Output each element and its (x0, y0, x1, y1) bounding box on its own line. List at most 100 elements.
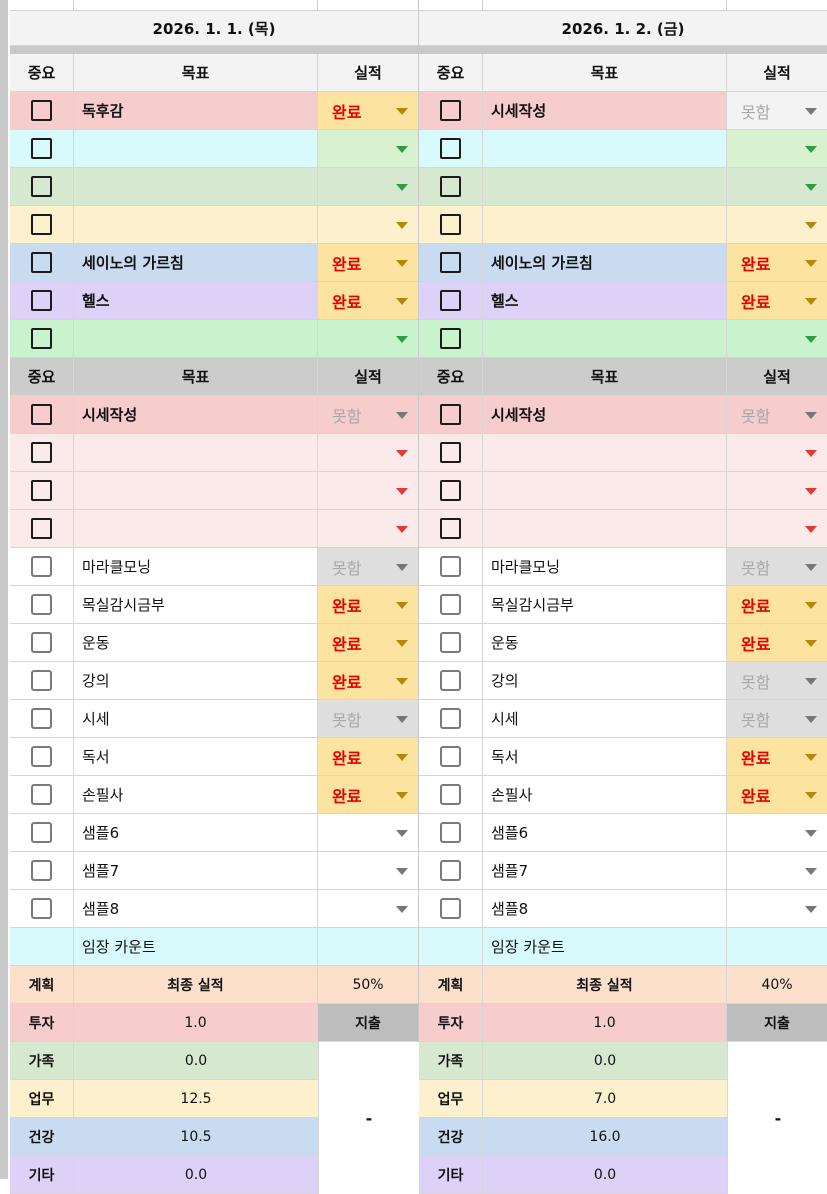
result-dropdown[interactable] (318, 168, 418, 205)
result-dropdown[interactable]: 완료 (318, 662, 418, 699)
goal-cell[interactable]: 시세작성 (74, 396, 318, 433)
result-dropdown[interactable] (318, 814, 418, 851)
result-dropdown[interactable] (318, 320, 418, 357)
checkbox-icon[interactable] (31, 328, 52, 349)
checkbox-icon[interactable] (31, 214, 52, 235)
result-dropdown[interactable] (727, 320, 827, 357)
checkbox-icon[interactable] (31, 594, 52, 615)
result-dropdown[interactable]: 완료 (318, 776, 418, 813)
goal-cell[interactable]: 독후감 (74, 92, 318, 129)
result-dropdown[interactable]: 완료 (318, 244, 418, 281)
checkbox-icon[interactable] (440, 556, 461, 577)
checkbox-icon[interactable] (31, 632, 52, 653)
checkbox-icon[interactable] (440, 290, 461, 311)
goal-cell[interactable] (74, 206, 318, 243)
checkbox-icon[interactable] (440, 442, 461, 463)
goal-cell[interactable] (483, 434, 727, 471)
result-dropdown[interactable] (318, 472, 418, 509)
checkbox-icon[interactable] (31, 556, 52, 577)
goal-cell[interactable]: 시세작성 (483, 396, 727, 433)
result-dropdown[interactable]: 완료 (727, 282, 827, 319)
result-dropdown[interactable] (727, 852, 827, 889)
result-dropdown[interactable] (727, 434, 827, 471)
result-dropdown[interactable] (727, 814, 827, 851)
result-dropdown[interactable]: 못함 (727, 700, 827, 737)
checkbox-icon[interactable] (440, 860, 461, 881)
result-dropdown[interactable] (318, 510, 418, 547)
checkbox-icon[interactable] (440, 708, 461, 729)
result-dropdown[interactable]: 못함 (318, 396, 418, 433)
checkbox-icon[interactable] (31, 746, 52, 767)
goal-cell[interactable]: 시세 (483, 700, 727, 737)
goal-cell[interactable] (483, 206, 727, 243)
checkbox-icon[interactable] (440, 176, 461, 197)
goal-cell[interactable]: 손필사 (74, 776, 318, 813)
checkbox-icon[interactable] (31, 822, 52, 843)
checkbox-icon[interactable] (440, 404, 461, 425)
checkbox-icon[interactable] (31, 518, 52, 539)
result-dropdown[interactable]: 완료 (727, 776, 827, 813)
goal-cell[interactable]: 목실감시금부 (483, 586, 727, 623)
goal-cell[interactable]: 세이노의 가르침 (74, 244, 318, 281)
goal-cell[interactable]: 마라클모닝 (483, 548, 727, 585)
result-dropdown[interactable]: 완료 (318, 738, 418, 775)
checkbox-icon[interactable] (440, 328, 461, 349)
result-dropdown[interactable] (318, 130, 418, 167)
goal-cell[interactable] (74, 320, 318, 357)
checkbox-icon[interactable] (440, 746, 461, 767)
checkbox-icon[interactable] (31, 708, 52, 729)
result-dropdown[interactable]: 완료 (727, 586, 827, 623)
goal-cell[interactable]: 운동 (483, 624, 727, 661)
goal-cell[interactable]: 운동 (74, 624, 318, 661)
checkbox-icon[interactable] (440, 898, 461, 919)
goal-cell[interactable]: 독서 (483, 738, 727, 775)
result-dropdown[interactable] (727, 890, 827, 927)
checkbox-icon[interactable] (31, 442, 52, 463)
result-dropdown[interactable]: 완료 (727, 738, 827, 775)
checkbox-icon[interactable] (440, 252, 461, 273)
checkbox-icon[interactable] (440, 214, 461, 235)
goal-cell[interactable]: 강의 (483, 662, 727, 699)
goal-cell[interactable] (74, 130, 318, 167)
result-dropdown[interactable]: 못함 (727, 92, 827, 129)
result-dropdown[interactable]: 완료 (318, 282, 418, 319)
goal-cell[interactable] (483, 320, 727, 357)
goal-cell[interactable]: 독서 (74, 738, 318, 775)
goal-cell[interactable]: 샘플8 (483, 890, 727, 927)
checkbox-icon[interactable] (440, 632, 461, 653)
result-dropdown[interactable]: 완료 (318, 586, 418, 623)
checkbox-icon[interactable] (31, 860, 52, 881)
goal-cell[interactable]: 헬스 (483, 282, 727, 319)
result-dropdown[interactable] (318, 852, 418, 889)
result-dropdown[interactable]: 완료 (318, 624, 418, 661)
goal-cell[interactable]: 강의 (74, 662, 318, 699)
result-dropdown[interactable] (318, 890, 418, 927)
count-value-cell[interactable] (727, 928, 827, 965)
goal-cell[interactable]: 세이노의 가르침 (483, 244, 727, 281)
goal-cell[interactable]: 시세 (74, 700, 318, 737)
goal-cell[interactable]: 샘플8 (74, 890, 318, 927)
result-dropdown[interactable] (318, 206, 418, 243)
checkbox-icon[interactable] (31, 290, 52, 311)
result-dropdown[interactable] (727, 130, 827, 167)
checkbox-icon[interactable] (31, 176, 52, 197)
checkbox-icon[interactable] (440, 100, 461, 121)
result-dropdown[interactable] (727, 510, 827, 547)
result-dropdown[interactable]: 못함 (318, 548, 418, 585)
goal-cell[interactable]: 샘플6 (74, 814, 318, 851)
result-dropdown[interactable]: 완료 (727, 244, 827, 281)
goal-cell[interactable] (74, 510, 318, 547)
checkbox-icon[interactable] (440, 518, 461, 539)
checkbox-icon[interactable] (440, 480, 461, 501)
goal-cell[interactable]: 헬스 (74, 282, 318, 319)
checkbox-icon[interactable] (31, 404, 52, 425)
checkbox-icon[interactable] (440, 138, 461, 159)
result-dropdown[interactable]: 못함 (727, 396, 827, 433)
result-dropdown[interactable]: 못함 (727, 548, 827, 585)
goal-cell[interactable]: 샘플7 (483, 852, 727, 889)
checkbox-icon[interactable] (31, 670, 52, 691)
goal-cell[interactable] (74, 168, 318, 205)
goal-cell[interactable]: 목실감시금부 (74, 586, 318, 623)
result-dropdown[interactable] (727, 472, 827, 509)
checkbox-icon[interactable] (31, 898, 52, 919)
